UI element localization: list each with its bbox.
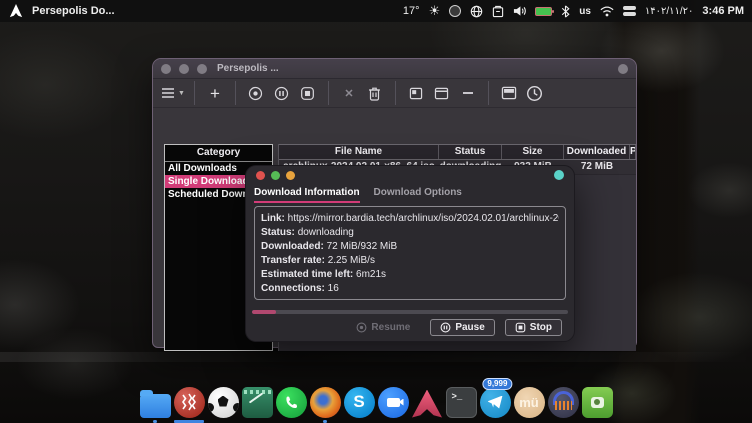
soccer-ball-icon <box>208 387 239 418</box>
persepolis-icon <box>174 387 205 418</box>
chevron-down-icon: ▼ <box>178 90 185 97</box>
remove-button[interactable]: ✕ <box>338 81 360 105</box>
resume-button[interactable] <box>245 81 267 105</box>
dock-item-soccer-game[interactable] <box>207 384 239 420</box>
firefox-icon <box>310 387 341 418</box>
category-header: Category <box>165 145 272 162</box>
column-header-status[interactable]: Status <box>439 145 502 159</box>
tab-download-information[interactable]: Download Information <box>254 187 360 203</box>
globe-icon[interactable] <box>470 5 483 18</box>
zoom-icon <box>378 387 409 418</box>
window-title: Persepolis ... <box>217 63 279 74</box>
toolbar: ▼ + ✕ <box>153 79 636 108</box>
dock-item-finder-folder[interactable] <box>139 384 171 420</box>
bluetooth-icon[interactable] <box>561 5 570 18</box>
dock-item-arch-launcher[interactable] <box>411 384 443 420</box>
whatsapp-icon <box>276 387 307 418</box>
column-header-file-name[interactable]: File Name <box>279 145 439 159</box>
camera-icon <box>582 387 613 418</box>
download-progress-bar <box>252 310 568 314</box>
dark-circle-icon[interactable] <box>449 5 461 17</box>
tab-download-options[interactable]: Download Options <box>374 187 462 203</box>
window-close-button[interactable] <box>161 64 171 74</box>
info-transfer-rate: Transfer rate: 2.25 MiB/s <box>261 254 559 268</box>
clock-label[interactable]: 3:46 PM <box>702 5 744 17</box>
arch-linux-logo-icon[interactable] <box>9 4 23 18</box>
column-header-downloaded[interactable]: Downloaded <box>564 145 630 159</box>
dialog-tabs: Download Information Download Options <box>246 184 574 203</box>
folder-icon <box>140 394 171 418</box>
stage-manager-icon[interactable] <box>623 6 636 16</box>
date-label[interactable]: ۱۴۰۲/۱۱/۲۰ <box>645 6 694 17</box>
resume-dialog-button[interactable]: Resume <box>346 319 420 336</box>
window-titlebar[interactable]: Persepolis ... <box>153 59 636 79</box>
table-header-row: File Name Status Size Downloaded P <box>279 144 636 160</box>
dock: S >_ 9,999 mü <box>0 380 752 420</box>
volume-icon[interactable] <box>513 5 526 17</box>
menu-button[interactable]: ▼ <box>161 81 185 105</box>
dock-item-telegram[interactable]: 9,999 <box>479 384 511 420</box>
info-connections: Connections: 16 <box>261 282 559 296</box>
window-panel-button[interactable] <box>431 81 453 105</box>
column-header-size[interactable]: Size <box>502 145 564 159</box>
schedule-clock-button[interactable] <box>524 81 546 105</box>
dialog-zoom-button[interactable] <box>271 171 280 180</box>
stop-button[interactable] <box>297 81 319 105</box>
pause-button[interactable] <box>271 81 293 105</box>
window-minimize-button[interactable] <box>179 64 189 74</box>
trash-button[interactable] <box>364 81 386 105</box>
cell-percent <box>630 160 636 174</box>
video-editor-icon <box>242 387 273 418</box>
package-icon[interactable] <box>492 5 504 18</box>
dock-item-skype[interactable]: S <box>343 384 375 420</box>
info-link: Link: https://mirror.bardia.tech/archlin… <box>261 212 559 226</box>
notification-badge: 9,999 <box>482 378 512 390</box>
dock-item-musescore[interactable]: mü <box>513 384 545 420</box>
column-header-percent[interactable]: P <box>630 145 636 159</box>
minimize-tray-button[interactable] <box>457 81 479 105</box>
desktop: Persepolis Do... 17° ☀ us ۱۴۰۲ <box>0 0 752 423</box>
pause-dialog-button[interactable]: Pause <box>430 319 494 336</box>
panel-button[interactable] <box>405 81 427 105</box>
window-zoom-button[interactable] <box>197 64 207 74</box>
temperature-label[interactable]: 17° <box>403 5 420 17</box>
keyboard-layout-label[interactable]: us <box>579 6 591 17</box>
info-eta: Estimated time left: 6m21s <box>261 268 559 282</box>
info-status: Status: downloading <box>261 226 559 240</box>
download-progress-fill <box>252 310 276 314</box>
dock-item-firefox[interactable] <box>309 384 341 420</box>
info-downloaded: Downloaded: 72 MiB/932 MiB <box>261 240 559 254</box>
dock-item-audacity[interactable] <box>547 384 579 420</box>
menu-bar: Persepolis Do... 17° ☀ us ۱۴۰۲ <box>0 0 752 22</box>
dock-item-camera[interactable] <box>581 384 613 420</box>
stop-dialog-button[interactable]: Stop <box>505 319 562 336</box>
dock-item-zoom[interactable] <box>377 384 409 420</box>
dialog-minimize-button[interactable] <box>286 171 295 180</box>
brightness-icon[interactable]: ☀ <box>429 3 441 19</box>
wifi-icon[interactable] <box>600 6 614 17</box>
dock-item-terminal[interactable]: >_ <box>445 384 477 420</box>
dock-item-video-editor[interactable] <box>241 384 273 420</box>
dialog-titlebar[interactable] <box>246 166 574 184</box>
battery-charging-icon[interactable] <box>535 7 552 16</box>
dialog-accent-button[interactable] <box>554 170 564 180</box>
download-info-dialog: Download Information Download Options Li… <box>245 165 575 342</box>
terminal-icon: >_ <box>446 387 477 418</box>
musescore-icon: mü <box>514 387 545 418</box>
window-extra-button[interactable] <box>618 64 628 74</box>
dialog-buttons: Resume Pause Stop <box>346 319 562 336</box>
download-info-box: Link: https://mirror.bardia.tech/archlin… <box>254 206 566 300</box>
skype-icon: S <box>344 387 375 418</box>
telegram-icon <box>480 387 511 418</box>
dock-item-persepolis[interactable] <box>173 384 205 420</box>
arch-triangle-icon <box>412 390 442 418</box>
audacity-icon <box>548 387 579 418</box>
dock-item-whatsapp[interactable] <box>275 384 307 420</box>
dialog-close-button[interactable] <box>256 171 265 180</box>
video-finder-button[interactable] <box>498 81 520 105</box>
add-download-button[interactable]: + <box>204 81 226 105</box>
active-app-name[interactable]: Persepolis Do... <box>32 5 115 17</box>
